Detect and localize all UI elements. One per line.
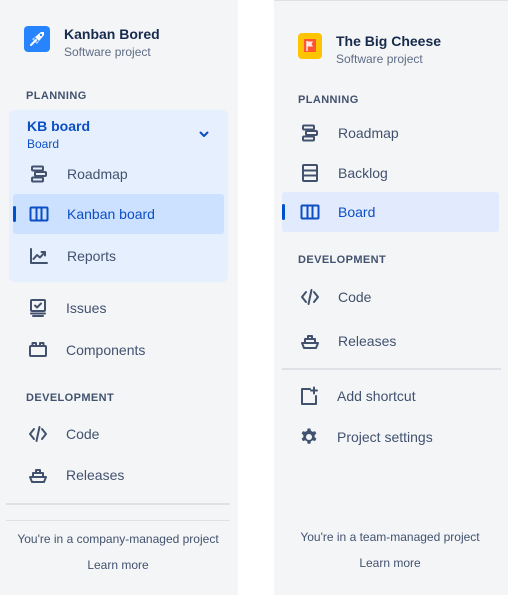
nav-item-label: Releases: [338, 333, 397, 349]
nav-item-label: Board: [338, 204, 376, 220]
nav-item-label: Code: [66, 426, 100, 442]
project-name: The Big Cheese: [336, 33, 442, 49]
section-label-development: DEVELOPMENT: [298, 254, 387, 266]
nav-item-label: Add shortcut: [337, 388, 416, 404]
section-label-planning: PLANNING: [26, 90, 87, 102]
learn-more-link[interactable]: Learn more: [0, 558, 236, 572]
nav-item-label: Project settings: [337, 429, 433, 445]
backlog-icon: [300, 163, 320, 183]
ship-icon: [28, 465, 48, 485]
nav-item-label: Kanban board: [67, 206, 155, 222]
nav-item-label: Components: [66, 342, 146, 358]
nav-item-issues[interactable]: Issues: [13, 288, 224, 328]
nav-item-backlog[interactable]: Backlog: [282, 153, 499, 193]
panel-gap: [238, 0, 274, 595]
sidebar-company-managed: Kanban Bored Software project PLANNING K…: [0, 0, 238, 595]
nav-item-label: Roadmap: [67, 166, 128, 182]
roadmap-icon: [29, 164, 49, 184]
rocket-icon: [24, 26, 50, 52]
nav-item-kanban-board[interactable]: Kanban board: [13, 194, 224, 234]
nav-item-label: Backlog: [338, 165, 388, 181]
project-mode-text: You're in a team-managed project: [300, 530, 480, 544]
issues-icon: [28, 298, 48, 318]
nav-item-releases[interactable]: Releases: [13, 455, 224, 495]
nav-item-add-shortcut[interactable]: Add shortcut: [282, 376, 499, 416]
project-header[interactable]: Kanban Bored Software project: [24, 26, 160, 60]
components-icon: [28, 340, 48, 360]
code-icon: [300, 287, 320, 307]
nav-item-roadmap[interactable]: Roadmap: [282, 113, 499, 153]
board-switcher-subtitle: Board: [27, 137, 60, 151]
project-type: Software project: [336, 52, 423, 66]
nav-item-label: Issues: [66, 300, 107, 316]
divider: [6, 520, 230, 521]
board-switcher[interactable]: KB board Board: [27, 117, 90, 152]
nav-item-label: Roadmap: [338, 125, 399, 141]
project-mode-text: You're in a company-managed project: [17, 532, 219, 546]
nav-item-components[interactable]: Components: [13, 330, 224, 370]
gear-icon: [299, 427, 319, 447]
chevron-down-icon[interactable]: [197, 127, 211, 141]
chart-line-icon: [29, 246, 49, 266]
ship-icon: [300, 331, 320, 351]
board-columns-icon: [300, 202, 320, 222]
nav-item-label: Releases: [66, 467, 125, 483]
selected-indicator: [13, 206, 16, 222]
divider: [6, 503, 230, 505]
project-name: Kanban Bored: [64, 26, 160, 42]
nav-item-label: Reports: [67, 248, 117, 264]
project-header[interactable]: The Big Cheese Software project: [298, 33, 441, 67]
sidebar-team-managed: The Big Cheese Software project PLANNING…: [274, 0, 508, 595]
selected-indicator: [282, 204, 285, 220]
nav-item-label: Code: [338, 289, 372, 305]
project-type: Software project: [64, 45, 151, 59]
nav-item-releases[interactable]: Releases: [282, 321, 499, 361]
learn-more-link[interactable]: Learn more: [274, 556, 506, 570]
nav-item-code[interactable]: Code: [282, 277, 499, 317]
flag-icon: [298, 33, 322, 59]
roadmap-icon: [300, 123, 320, 143]
nav-item-roadmap[interactable]: Roadmap: [13, 154, 224, 194]
code-icon: [28, 424, 48, 444]
board-switcher-title: KB board: [27, 118, 90, 134]
section-label-planning: PLANNING: [298, 94, 359, 106]
divider: [274, 0, 508, 1]
add-shortcut-icon: [299, 386, 319, 406]
board-columns-icon: [29, 204, 49, 224]
nav-item-project-settings[interactable]: Project settings: [282, 417, 499, 457]
divider: [282, 368, 501, 370]
nav-item-reports[interactable]: Reports: [13, 236, 224, 276]
nav-item-board[interactable]: Board: [282, 192, 499, 232]
section-label-development: DEVELOPMENT: [26, 392, 115, 404]
nav-item-code[interactable]: Code: [13, 414, 224, 454]
